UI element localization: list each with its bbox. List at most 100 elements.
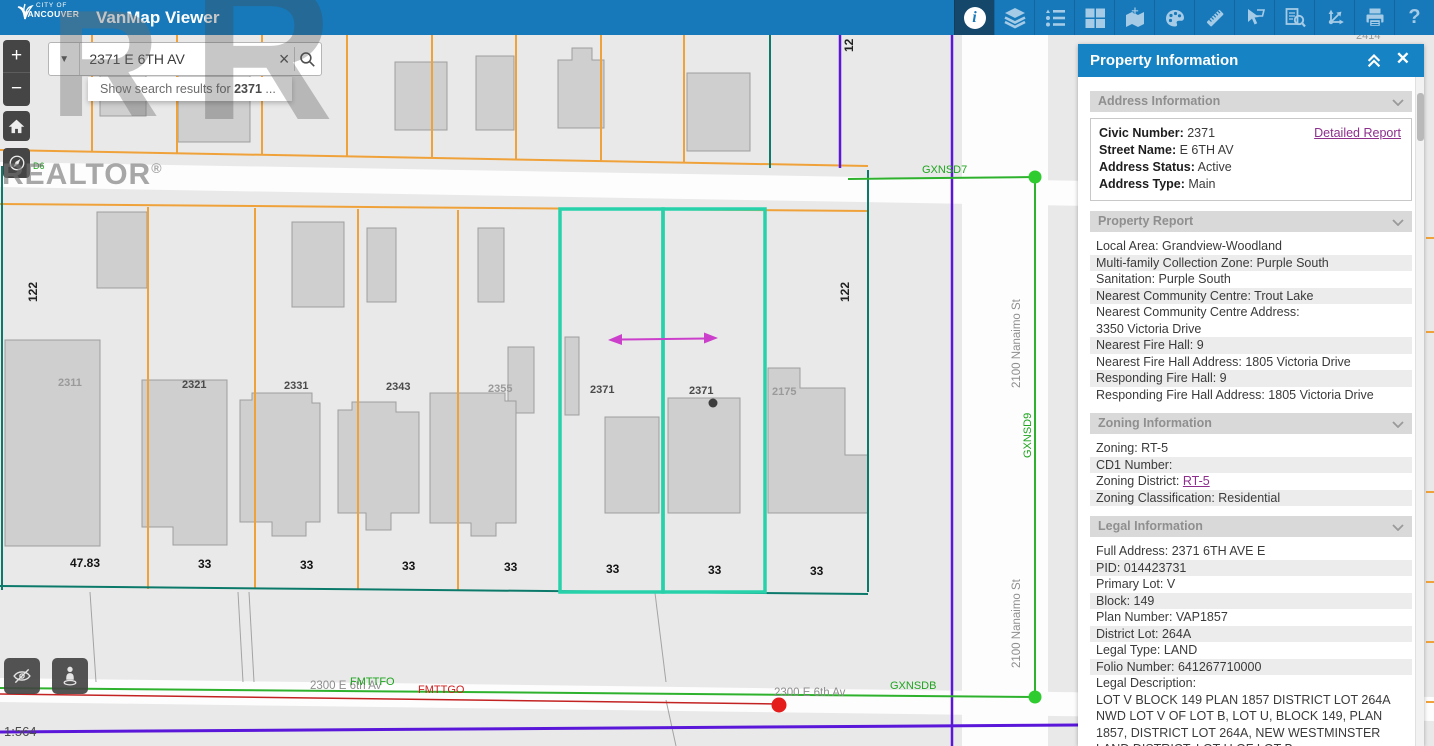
info-row: Full Address: 2371 6TH AVE E	[1090, 543, 1412, 560]
section-header-zoning-information[interactable]: Zoning Information	[1090, 413, 1412, 434]
app-header: CITY OF VANCOUVER VanMap Viewer i	[0, 0, 1434, 35]
compass-icon	[8, 154, 26, 172]
clear-search-button[interactable]: ×	[274, 49, 294, 70]
detailed-report-link[interactable]: Detailed Report	[1314, 126, 1401, 140]
chevron-down-icon	[1392, 524, 1404, 531]
info-row: Folio Number: 641267710000	[1090, 659, 1412, 676]
city-of-vancouver-logo: CITY OF VANCOUVER	[14, 2, 94, 19]
search-suggestion-item[interactable]: Show search results for 2371 ...	[88, 77, 292, 101]
close-icon: ✕	[1396, 49, 1410, 68]
layers-icon	[1003, 6, 1027, 30]
section-header-property-report[interactable]: Property Report	[1090, 211, 1412, 232]
info-row: Zoning: RT-5	[1090, 440, 1412, 457]
suggestion-ellipsis: ...	[262, 82, 276, 96]
section-title: Legal Information	[1098, 519, 1203, 533]
select-cursor-icon	[1243, 6, 1267, 30]
section-header-address-information[interactable]: Address Information	[1090, 91, 1412, 112]
close-panel-button[interactable]: ✕	[1396, 49, 1410, 69]
logo-line1: CITY OF	[36, 2, 94, 9]
identify-tool-button[interactable]: i	[954, 0, 994, 35]
close-icon: ×	[279, 49, 290, 69]
property-report-rows: Local Area: Grandview-WoodlandMulti-fami…	[1090, 238, 1412, 403]
property-information-panel: Property Information ✕ Address Informati…	[1078, 44, 1424, 746]
draw-tool-button[interactable]	[1154, 0, 1194, 35]
panel-body: Address Information Detailed Report Civi…	[1078, 77, 1424, 746]
building-footprints	[5, 48, 868, 546]
info-row: Sanitation: Purple South	[1090, 271, 1412, 288]
info-row: Plan Number: VAP1857	[1090, 609, 1412, 626]
share-arrows-icon	[1323, 6, 1347, 30]
red-node	[772, 698, 787, 713]
help-tool-button[interactable]: ?	[1394, 0, 1434, 35]
zoom-widget: + −	[3, 40, 30, 106]
legal-information-rows: Full Address: 2371 6TH AVE EPID: 0144237…	[1090, 543, 1412, 746]
add-map-icon	[1123, 6, 1147, 30]
query-tool-button[interactable]	[1274, 0, 1314, 35]
chevron-down-icon: ▼	[59, 54, 69, 65]
info-row: Zoning Classification: Residential	[1090, 490, 1412, 507]
info-row: Legal Type: LAND	[1090, 642, 1412, 659]
info-row: District Lot: 264A	[1090, 626, 1412, 643]
legend-tool-button[interactable]	[1034, 0, 1074, 35]
double-chevron-up-icon	[1364, 51, 1384, 69]
info-row: Nearest Community Centre: Trout Lake	[1090, 288, 1412, 305]
info-row: Responding Fire Hall: 9	[1090, 370, 1412, 387]
address-field: Address Type: Main	[1099, 176, 1403, 193]
legend-list-icon	[1043, 6, 1067, 30]
info-row: Block: 149	[1090, 593, 1412, 610]
info-row: Nearest Fire Hall Address: 1805 Victoria…	[1090, 354, 1412, 371]
section-title: Zoning Information	[1098, 416, 1212, 430]
locate-compass-button[interactable]	[3, 148, 30, 178]
search-box: ▼ ×	[48, 42, 322, 76]
section-title: Address Information	[1098, 94, 1220, 108]
info-row: Local Area: Grandview-Woodland	[1090, 238, 1412, 255]
basemap-gallery-tool-button[interactable]	[1074, 0, 1114, 35]
toolbar: i	[954, 0, 1434, 35]
layers-tool-button[interactable]	[994, 0, 1034, 35]
chevron-down-icon	[1392, 421, 1404, 428]
green-node-bottom	[1029, 691, 1042, 704]
green-node-top	[1029, 171, 1042, 184]
directions-tool-button[interactable]	[1314, 0, 1354, 35]
zoning-information-rows: Zoning: RT-5CD1 Number:Zoning District: …	[1090, 440, 1412, 506]
zoom-in-button[interactable]: +	[3, 40, 30, 73]
address-field: Address Status: Active	[1099, 159, 1403, 176]
help-icon: ?	[1408, 6, 1420, 29]
palette-icon	[1163, 6, 1187, 30]
search-button[interactable]	[295, 43, 321, 75]
collapse-panel-button[interactable]	[1364, 51, 1384, 74]
section-header-legal-information[interactable]: Legal Information	[1090, 516, 1412, 537]
info-row: Primary Lot: V	[1090, 576, 1412, 593]
print-tool-button[interactable]	[1354, 0, 1394, 35]
survey-lines	[90, 592, 676, 746]
info-row: CD1 Number:	[1090, 457, 1412, 474]
info-row: Nearest Community Centre Address:3350 Vi…	[1090, 304, 1412, 337]
app-title: VanMap Viewer	[96, 0, 219, 35]
info-row: Legal Description:LOT V BLOCK 149 PLAN 1…	[1090, 675, 1412, 746]
measure-tool-button[interactable]	[1194, 0, 1234, 35]
scrollbar-thumb[interactable]	[1417, 93, 1424, 141]
address-field: Street Name: E 6TH AV	[1099, 142, 1403, 159]
add-data-tool-button[interactable]	[1114, 0, 1154, 35]
row-link[interactable]: RT-5	[1183, 474, 1210, 488]
search-input[interactable]	[80, 51, 274, 67]
ruler-icon	[1203, 6, 1227, 30]
search-icon	[298, 50, 317, 69]
row-extra-text: 3350 Victoria Drive	[1096, 321, 1406, 338]
logo-leaf-icon	[16, 3, 34, 21]
home-icon	[8, 118, 25, 134]
toggle-visibility-button[interactable]	[4, 658, 40, 694]
suggestion-prefix: Show search results for	[100, 82, 234, 96]
section-title: Property Report	[1098, 214, 1193, 228]
info-row: PID: 014423731	[1090, 560, 1412, 577]
street-view-button[interactable]	[52, 658, 88, 694]
info-icon: i	[964, 7, 986, 29]
home-extent-button[interactable]	[3, 111, 30, 141]
search-type-dropdown[interactable]: ▼	[49, 43, 80, 75]
query-magnifier-icon	[1283, 6, 1307, 30]
zoom-out-button[interactable]: −	[3, 73, 30, 106]
suggestion-term: 2371	[234, 82, 262, 96]
select-tool-button[interactable]	[1234, 0, 1274, 35]
info-row: Responding Fire Hall Address: 1805 Victo…	[1090, 387, 1412, 404]
info-row: Multi-family Collection Zone: Purple Sou…	[1090, 255, 1412, 272]
